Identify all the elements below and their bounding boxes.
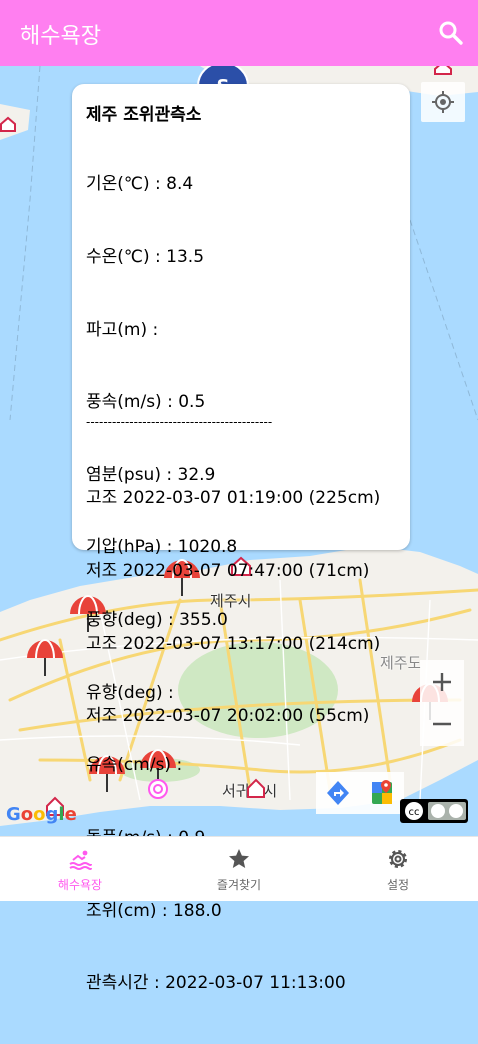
tide-list: 고조 2022-03-07 01:19:00 (225cm) 저조 2022-0… xyxy=(86,438,380,777)
plus-icon xyxy=(433,673,451,691)
reading-row: 풍속(m/s) : 0.5 xyxy=(86,392,206,413)
reading-row: 관측시간 : 2022-03-07 11:13:00 xyxy=(86,973,346,994)
my-location-button[interactable] xyxy=(421,82,465,122)
tide-row: 고조 2022-03-07 01:19:00 (225cm) xyxy=(86,488,381,509)
reading-row: 기온(℃) : 8.4 xyxy=(86,174,194,195)
map-label-jeju-do: 제주도 xyxy=(380,654,422,672)
separator-line: ----------------------------------------… xyxy=(86,415,273,429)
star-icon xyxy=(229,849,249,868)
open-google-maps-button[interactable] xyxy=(360,772,404,814)
bottom-navigation: 해수욕장 즐겨찾기 설정 xyxy=(0,836,478,901)
tide-row: 저조 2022-03-07 07:47:00 (71cm) xyxy=(86,561,370,582)
tab-beaches[interactable]: 해수욕장 xyxy=(0,837,160,901)
station-house-icon[interactable] xyxy=(0,116,16,136)
reading-row: 조위(cm) : 188.0 xyxy=(86,900,222,921)
tab-favorites[interactable]: 즐겨찾기 xyxy=(159,837,319,901)
reading-row: 파고(m) : xyxy=(86,319,159,340)
reading-row: 수온(℃) : 13.5 xyxy=(86,247,205,268)
app-title: 해수욕장 xyxy=(20,24,101,49)
station-title: 제주 조위관측소 xyxy=(86,105,202,125)
swimmer-icon xyxy=(69,850,92,870)
gear-icon xyxy=(389,850,407,868)
zoom-out-button[interactable] xyxy=(420,703,464,746)
tide-row: 고조 2022-03-07 13:17:00 (214cm) xyxy=(86,633,381,654)
minus-icon xyxy=(433,722,451,726)
zoom-in-button[interactable] xyxy=(420,660,464,703)
tab-label: 즐겨찾기 xyxy=(216,878,262,892)
search-icon[interactable] xyxy=(436,18,466,48)
tab-settings[interactable]: 설정 xyxy=(318,837,478,901)
zoom-controls xyxy=(420,660,464,746)
svg-text:cc: cc xyxy=(409,807,420,818)
station-info-window[interactable]: 제주 조위관측소 기온(℃) : 8.4 수온(℃) : 13.5 파고(m) … xyxy=(72,84,410,993)
tab-label: 설정 xyxy=(386,878,410,892)
tide-row: 저조 2022-03-07 20:02:00 (55cm) xyxy=(86,706,370,727)
station-house-icon[interactable] xyxy=(433,66,453,79)
crosshair-icon xyxy=(432,91,454,113)
app-bar: 해수욕장 xyxy=(0,0,478,66)
google-logo: Google xyxy=(6,804,77,825)
beach-marker[interactable] xyxy=(25,636,65,680)
license-badge: cc xyxy=(400,799,468,823)
google-maps-icon xyxy=(372,780,392,804)
tab-label: 해수욕장 xyxy=(57,878,103,892)
